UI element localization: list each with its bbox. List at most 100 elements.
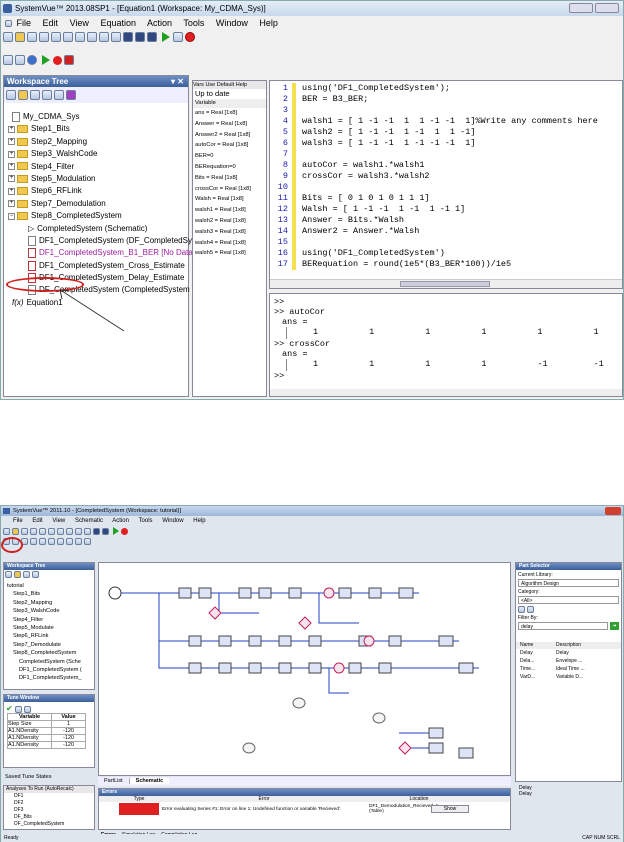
part-row[interactable]: Time... Ideal Time ... (516, 665, 621, 673)
variable-item[interactable]: Walsh = Real [1x8] (193, 194, 266, 205)
menu-action[interactable]: Action (147, 18, 172, 28)
settings-icon[interactable] (527, 606, 534, 613)
tree-item-root[interactable]: My_CDMA_Sys (8, 111, 188, 123)
code-line[interactable]: 1 using('DF1_CompletedSystem'); (270, 83, 622, 94)
library-icon[interactable] (84, 527, 91, 535)
variable-item[interactable]: Answer = Real [1x8] (193, 119, 266, 130)
code-hscrollbar[interactable] (270, 279, 622, 288)
code-line[interactable]: 9 crossCor = walsh3.*walsh2 (270, 171, 622, 182)
menu-tools[interactable]: Tools (183, 18, 204, 28)
code-line[interactable]: 17 BERequation = round(1e5*(B3_BER*100))/… (270, 259, 622, 270)
add-design-icon[interactable] (54, 90, 64, 100)
variable-item[interactable]: ans = Real [1x8] (193, 108, 266, 119)
variable-item[interactable]: crossCor = Real [1x8] (193, 184, 266, 195)
record-icon[interactable] (53, 55, 62, 65)
analysis-item[interactable]: DF_CompletedSystem (4, 821, 94, 828)
part-row[interactable]: VarD... Variable D... (516, 673, 621, 681)
code-line[interactable]: 4 walsh1 = [ 1 -1 -1 1 1 -1 -1 1]%Write a… (270, 116, 622, 127)
tree-item-step4[interactable]: + Step4_Filter (8, 161, 188, 173)
tree-item-root[interactable]: tutorial (7, 582, 94, 590)
new-icon[interactable] (3, 527, 10, 535)
tree-item-step6[interactable]: + Step6_RFLink (8, 185, 188, 197)
copy-icon[interactable] (51, 32, 61, 42)
check-icon[interactable]: ✔ (6, 704, 13, 713)
zoom-icon[interactable] (30, 538, 37, 545)
variable-item[interactable]: walsh2 = Real [1x8] (193, 216, 266, 227)
tab-vars[interactable]: Vars (193, 82, 204, 88)
tune-cell[interactable]: -120 (51, 741, 86, 749)
save-icon[interactable] (21, 527, 28, 535)
rotate-icon[interactable] (66, 538, 73, 545)
zoom-in-icon[interactable] (39, 538, 46, 545)
tree-item[interactable]: DF1_CompletedSystem ( (7, 666, 94, 674)
undo-icon[interactable] (57, 527, 64, 535)
paste-icon[interactable] (63, 32, 73, 42)
tile-icon[interactable] (93, 527, 100, 535)
tree-item-step1[interactable]: + Step1_Bits (8, 123, 188, 135)
code-line[interactable]: 13 Answer = Bits.*Walsh (270, 215, 622, 226)
menu-equation[interactable]: Equation (100, 18, 136, 28)
maximize-button[interactable] (595, 3, 619, 13)
menu-edit[interactable]: Edit (43, 18, 59, 28)
analysis-item[interactable]: DF3 (4, 807, 94, 814)
code-line[interactable]: 6 walsh3 = [ 1 -1 -1 1 -1 -1 -1 1] (270, 138, 622, 149)
tree-item[interactable]: Step7_Demodulate (7, 641, 94, 649)
print-icon[interactable] (99, 32, 109, 42)
tree-item[interactable]: Step8_CompletedSystem (7, 649, 94, 657)
schematic-canvas[interactable] (98, 562, 511, 776)
open-icon[interactable] (18, 90, 28, 100)
tree-item[interactable]: DF1_CompletedSystem_ (7, 674, 94, 682)
tab-help[interactable]: Help (236, 82, 247, 88)
tree-item-step8[interactable]: − Step8_CompletedSystem (8, 210, 188, 222)
grid-icon[interactable] (147, 32, 157, 42)
zoom-out-icon[interactable] (48, 538, 55, 545)
code-line[interactable]: 15 (270, 237, 622, 248)
tree-item[interactable]: Step6_RFLink (7, 632, 94, 640)
tree-item[interactable]: Step4_Filter (7, 616, 94, 624)
cut-icon[interactable] (30, 527, 37, 535)
copy-icon[interactable] (39, 527, 46, 535)
add-icon[interactable] (42, 90, 52, 100)
saved-tune-states[interactable]: Saved Tune States (5, 774, 51, 780)
save-icon[interactable] (23, 571, 30, 578)
tree-item[interactable]: Step3_WalshCode (7, 607, 94, 615)
tree-item-step2[interactable]: + Step2_Mapping (8, 136, 188, 148)
tune-icon[interactable] (23, 705, 31, 713)
align-icon[interactable] (84, 538, 91, 545)
minimize-button[interactable] (569, 3, 593, 13)
code-line[interactable]: 3 (270, 105, 622, 116)
run-icon[interactable] (113, 527, 119, 535)
library-select[interactable]: Algorithm Design (518, 579, 619, 587)
tree-item-df1[interactable]: DF1_CompletedSystem (DF_CompletedSys (8, 235, 196, 247)
tab-use-default[interactable]: Use Default (205, 82, 234, 88)
menu-schematic[interactable]: Schematic (75, 518, 103, 524)
code-line[interactable]: 12 Walsh = [ 1 -1 -1 1 -1 1 -1 1] (270, 204, 622, 215)
menu-file[interactable]: File (13, 518, 23, 524)
menu-edit[interactable]: Edit (32, 518, 42, 524)
analysis-item[interactable]: DF2 (4, 800, 94, 807)
list-view-icon[interactable] (3, 55, 13, 65)
help-icon[interactable] (27, 55, 37, 65)
code-line[interactable]: 7 (270, 149, 622, 160)
paste-icon[interactable] (48, 527, 55, 535)
tree-item[interactable]: Step2_Mapping (7, 599, 94, 607)
variable-item[interactable]: autoCor = Real [1x8] (193, 140, 266, 151)
grid-icon[interactable] (102, 527, 109, 535)
tile-icon[interactable] (135, 32, 145, 42)
tree-item[interactable]: Step1_Bits (7, 590, 94, 598)
redo-icon[interactable] (87, 32, 97, 42)
menu-view[interactable]: View (70, 18, 89, 28)
print-icon[interactable] (75, 527, 82, 535)
variable-item[interactable]: Answer2 = Real [1x8] (193, 130, 266, 141)
settings-icon[interactable] (14, 705, 22, 713)
console-hscrollbar[interactable] (270, 389, 622, 396)
menu-window[interactable]: Window (216, 18, 248, 28)
open-folder-icon[interactable] (15, 32, 25, 42)
sweep-icon[interactable] (173, 32, 183, 42)
error-row[interactable]: Error evaluating Series #1: Error on lin… (99, 802, 510, 816)
cut-icon[interactable] (39, 32, 49, 42)
tune-cell[interactable]: 1 (51, 720, 86, 728)
save-icon[interactable] (27, 32, 37, 42)
menu-action[interactable]: Action (112, 518, 129, 524)
tree-item-df1-ber[interactable]: DF1_CompletedSystem_B1_BER [No Data] (8, 247, 195, 259)
